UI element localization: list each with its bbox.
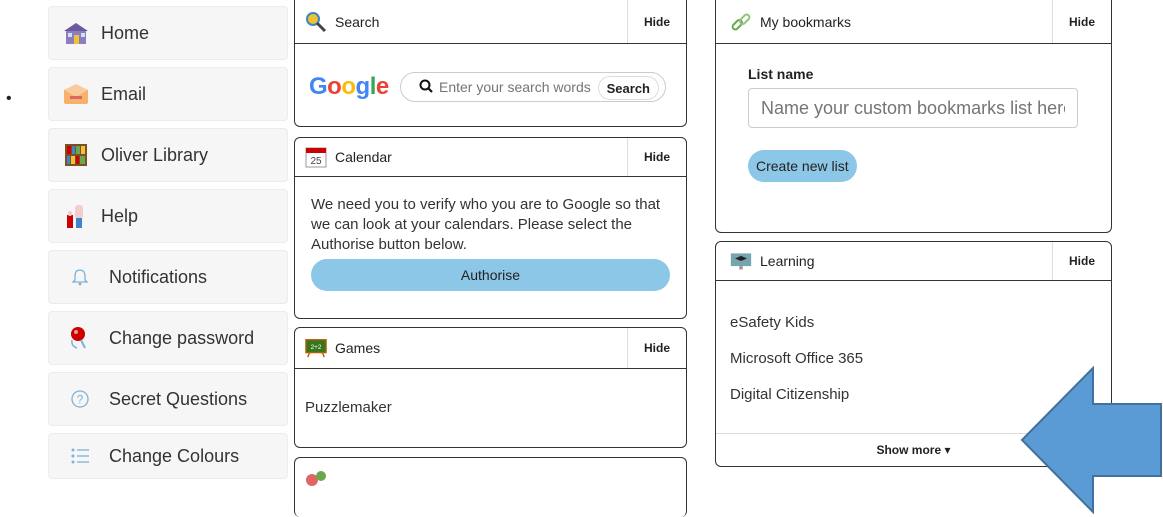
collapsed-panel-header	[295, 458, 686, 496]
search-panel: Search Hide Google Search	[294, 0, 687, 127]
bookmarks-panel-header: My bookmarks Hide	[716, 0, 1111, 44]
sidebar-item-label: Home	[101, 22, 150, 43]
panel-title: My bookmarks	[760, 13, 852, 30]
sidebar-item-label: Email	[101, 83, 147, 104]
calendar-panel: 25 Calendar Hide We need you to verify w…	[294, 137, 687, 319]
list-name-input[interactable]	[748, 88, 1078, 128]
sidebar-item-home[interactable]: Home	[48, 6, 288, 60]
sidebar-item-label: Secret Questions	[109, 388, 248, 409]
blackboard-icon-text: 2+2	[311, 344, 322, 351]
hide-button[interactable]: Hide	[627, 328, 686, 368]
games-link-puzzlemaker[interactable]: Puzzlemaker	[305, 399, 686, 416]
sidebar-item-email[interactable]: Email	[48, 67, 288, 121]
calendar-icon-day: 25	[310, 156, 322, 167]
google-logo: Google	[309, 73, 389, 100]
learning-panel-header: Learning Hide	[716, 242, 1111, 281]
sidebar-item-help[interactable]: Help	[48, 189, 288, 243]
sidebar-item-change-colours[interactable]: Change Colours	[48, 433, 288, 479]
panel-title: Games	[335, 340, 381, 356]
sidebar-item-label: Help	[101, 205, 139, 226]
search-box: Search	[400, 72, 666, 102]
create-new-list-button[interactable]: Create new list	[748, 150, 857, 182]
sidebar-item-label: Oliver Library	[101, 144, 209, 165]
hide-button[interactable]: Hide	[1052, 0, 1111, 43]
list-icon	[67, 443, 93, 469]
authorise-button[interactable]: Authorise	[311, 259, 670, 291]
svg-text:?: ?	[77, 393, 84, 407]
home-icon	[63, 20, 89, 46]
list-bullet: •	[6, 90, 12, 107]
blackboard-icon: 2+2	[305, 337, 327, 359]
annotation-arrow-icon	[1020, 366, 1162, 514]
key-icon	[67, 325, 93, 351]
panel-title: Learning	[760, 253, 815, 269]
question-icon: ?	[67, 386, 93, 412]
bell-icon	[67, 264, 93, 290]
panel-title: Calendar	[335, 149, 392, 165]
search-input[interactable]	[437, 78, 606, 96]
hide-button[interactable]: Hide	[627, 0, 686, 43]
email-icon	[63, 81, 89, 107]
calendar-icon: 25	[305, 146, 327, 168]
bookmarks-panel: My bookmarks Hide List name Create new l…	[715, 0, 1112, 233]
library-icon	[63, 142, 89, 168]
sidebar-item-oliver-library[interactable]: Oliver Library	[48, 128, 288, 182]
games-panel: 2+2 Games Hide Puzzlemaker	[294, 327, 687, 448]
sidebar-item-label: Notifications	[109, 266, 208, 287]
help-icon	[63, 203, 89, 229]
games-panel-header: 2+2 Games Hide	[295, 328, 686, 369]
magnifier-icon	[305, 11, 327, 33]
sidebar-item-change-password[interactable]: Change password	[48, 311, 288, 365]
panel-icon	[305, 466, 327, 488]
sidebar-item-secret-questions[interactable]: ? Secret Questions	[48, 372, 288, 426]
search-panel-header: Search Hide	[295, 0, 686, 44]
hide-button[interactable]: Hide	[627, 138, 686, 176]
sidebar-item-notifications[interactable]: Notifications	[48, 250, 288, 304]
calendar-message: We need you to verify who you are to Goo…	[311, 196, 661, 253]
sidebar-item-label: Change Colours	[109, 445, 240, 466]
learning-link-esafety-kids[interactable]: eSafety Kids	[730, 305, 1111, 341]
graduation-icon	[730, 250, 752, 272]
search-button[interactable]: Search	[597, 76, 659, 100]
link-icon	[730, 11, 752, 33]
hide-button[interactable]: Hide	[1052, 242, 1111, 280]
sidebar-item-label: Change password	[109, 327, 255, 348]
search-icon	[419, 79, 433, 96]
panel-title: Search	[335, 13, 380, 30]
list-name-label: List name	[748, 66, 814, 82]
calendar-panel-header: 25 Calendar Hide	[295, 138, 686, 177]
collapsed-panel	[294, 457, 687, 517]
